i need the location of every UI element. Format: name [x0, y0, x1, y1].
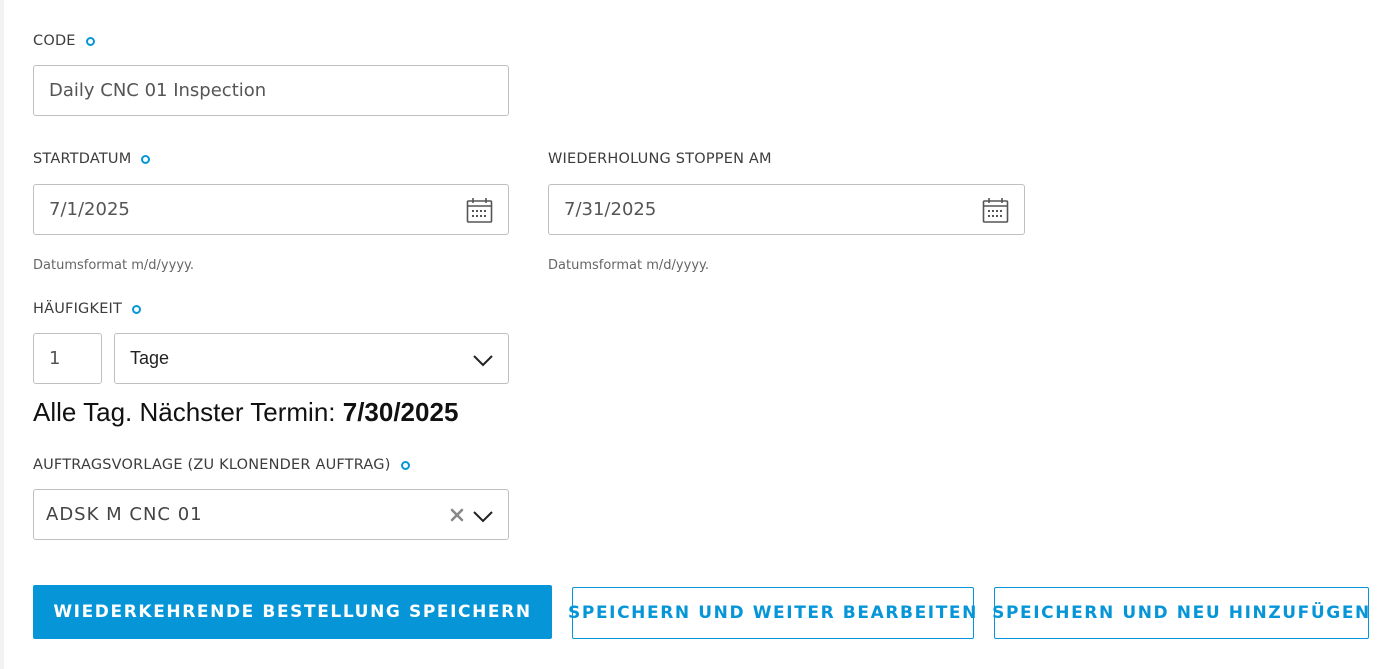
frequency-label: HÄUFIGKEIT	[33, 301, 123, 317]
template-label: AUFTRAGSVORLAGE (ZU KLONENDER AUFTRAG)	[33, 457, 391, 473]
code-input-value: Daily CNC 01 Inspection	[49, 80, 267, 101]
required-dot-icon	[400, 460, 410, 470]
save-and-continue-button[interactable]: SPEICHERN UND WEITER BEARBEITEN	[568, 587, 976, 639]
required-dot-icon	[132, 304, 142, 314]
required-dot-icon	[85, 36, 95, 46]
calendar-icon[interactable]	[466, 197, 493, 224]
chevron-down-icon[interactable]	[472, 505, 494, 527]
code-label: CODE	[33, 33, 76, 49]
start-date-label-row: STARTDATUM	[33, 151, 151, 167]
required-dot-icon	[141, 154, 151, 164]
start-date-input[interactable]: 7/1/2025	[33, 184, 509, 235]
stop-repeat-label: WIEDERHOLUNG STOPPEN AM	[548, 151, 772, 167]
stop-repeat-hint: Datumsformat m/d/yyyy.	[548, 258, 709, 273]
next-date: 7/30/2025	[342, 397, 459, 427]
save-and-new-button[interactable]: SPEICHERN UND NEU HINZUFÜGEN	[992, 587, 1369, 639]
chevron-down-icon[interactable]	[472, 349, 494, 371]
recurrence-summary: Alle Tag. Nächster Termin: 7/30/2025	[33, 397, 458, 428]
start-date-label: STARTDATUM	[33, 151, 132, 167]
clear-x-icon[interactable]	[449, 507, 465, 523]
frequency-label-row: HÄUFIGKEIT	[33, 301, 142, 317]
stop-repeat-input[interactable]: 7/31/2025	[548, 184, 1025, 235]
frequency-count-input[interactable]: 1	[33, 333, 102, 384]
stop-repeat-value: 7/31/2025	[564, 199, 657, 220]
frequency-unit-value: Tage	[130, 348, 170, 368]
left-edge-bar	[0, 0, 4, 669]
template-select[interactable]: ADSK M CNC 01	[33, 489, 509, 540]
template-label-row: AUFTRAGSVORLAGE (ZU KLONENDER AUFTRAG)	[33, 457, 410, 473]
summary-prefix: Alle Tag. Nächster Termin:	[33, 397, 343, 427]
stop-repeat-label-row: WIEDERHOLUNG STOPPEN AM	[548, 151, 772, 167]
frequency-unit-select[interactable]: Tage	[114, 333, 509, 384]
start-date-hint: Datumsformat m/d/yyyy.	[33, 258, 194, 273]
calendar-icon[interactable]	[982, 197, 1009, 224]
frequency-count-value: 1	[49, 348, 61, 369]
save-recurring-order-button[interactable]: WIEDERKEHRENDE BESTELLUNG SPEICHERN	[33, 585, 552, 639]
template-value: ADSK M CNC 01	[46, 504, 203, 525]
code-input[interactable]: Daily CNC 01 Inspection	[33, 65, 509, 116]
code-label-row: CODE	[33, 33, 95, 49]
start-date-value: 7/1/2025	[49, 199, 130, 220]
